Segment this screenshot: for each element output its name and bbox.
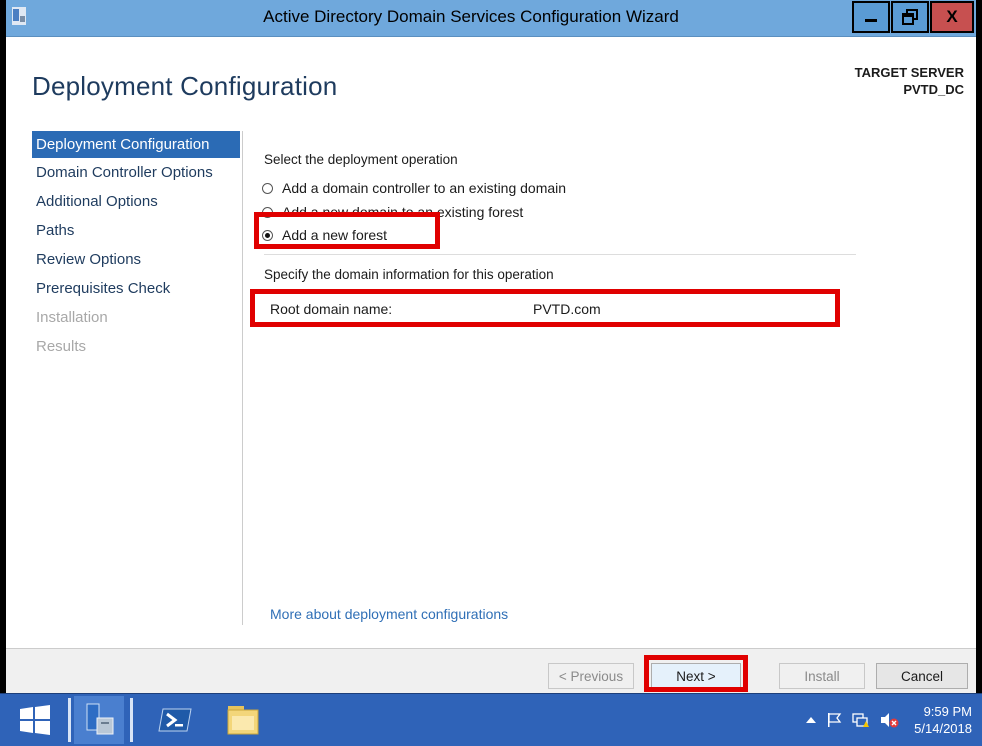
nav-item-prerequisites-check[interactable]: Prerequisites Check — [32, 274, 240, 303]
nav-item-results: Results — [36, 338, 87, 355]
page-title: Deployment Configuration — [32, 71, 338, 101]
taskbar-powershell[interactable] — [150, 696, 200, 744]
taskbar-separator — [130, 698, 133, 742]
action-center-flag-icon[interactable] — [826, 712, 842, 728]
wizard-nav: Deployment Configuration Domain Controll… — [32, 131, 240, 361]
option-new-forest[interactable]: Add a new forest — [262, 227, 387, 243]
wizard-window: Active Directory Domain Services Configu… — [4, 0, 978, 694]
screen: Active Directory Domain Services Configu… — [0, 0, 982, 746]
volume-icon[interactable] — [880, 712, 900, 728]
powershell-icon — [158, 708, 192, 732]
clock-time: 9:59 PM — [923, 704, 972, 719]
speaker-muted-icon — [881, 713, 899, 728]
target-server-label: TARGET SERVER — [854, 65, 964, 80]
option-existing-domain[interactable]: Add a domain controller to an existing d… — [262, 180, 566, 196]
folder-icon — [227, 706, 259, 735]
server-manager-icon — [86, 703, 114, 735]
show-hidden-icons-icon[interactable] — [806, 716, 817, 724]
close-icon: X — [946, 7, 958, 26]
close-button[interactable]: X — [930, 1, 974, 33]
system-tray: 9:59 PM 5/14/2018 — [806, 694, 972, 746]
next-button[interactable]: Next > — [651, 663, 741, 689]
cancel-button[interactable]: Cancel — [876, 663, 968, 689]
caret-up-icon — [806, 717, 817, 723]
more-deployment-link[interactable]: More about deployment configurations — [270, 606, 508, 622]
previous-button[interactable]: < Previous — [548, 663, 634, 689]
install-button[interactable]: Install — [779, 663, 865, 689]
minimize-icon — [865, 19, 877, 22]
root-domain-input[interactable] — [531, 297, 833, 321]
title-bar[interactable]: Active Directory Domain Services Configu… — [6, 0, 976, 37]
option-new-forest-label: Add a new forest — [282, 227, 388, 243]
network-warning-icon — [852, 713, 870, 727]
radio-new-forest[interactable] — [262, 229, 273, 241]
nav-item-deployment-configuration[interactable]: Deployment Configuration — [32, 131, 240, 158]
flag-icon — [828, 713, 842, 727]
maximize-button[interactable] — [891, 1, 929, 33]
nav-item-review-options[interactable]: Review Options — [32, 245, 240, 274]
windows-logo-icon — [20, 705, 50, 735]
taskbar: 9:59 PM 5/14/2018 — [0, 693, 982, 746]
operation-label: Select the deployment operation — [264, 152, 458, 167]
option-existing-domain-label: Add a domain controller to an existing d… — [282, 180, 567, 196]
nav-item-domain-controller-options[interactable]: Domain Controller Options — [32, 158, 240, 187]
radio-new-domain[interactable] — [262, 206, 273, 218]
option-new-domain-label: Add a new domain to an existing forest — [282, 204, 524, 220]
nav-item-additional-options[interactable]: Additional Options — [32, 187, 240, 216]
target-server-value: PVTD_DC — [903, 82, 964, 97]
option-new-domain[interactable]: Add a new domain to an existing forest — [262, 204, 523, 220]
taskbar-separator — [68, 698, 71, 742]
radio-existing-domain[interactable] — [262, 182, 273, 194]
taskbar-server-manager[interactable] — [74, 696, 124, 744]
section-divider — [264, 254, 856, 255]
restore-icon — [902, 9, 918, 25]
domain-info-label: Specify the domain information for this … — [264, 267, 554, 282]
clock-date: 5/14/2018 — [914, 721, 972, 736]
wizard-header: Deployment Configuration TARGET SERVER P… — [6, 36, 976, 131]
network-icon[interactable] — [852, 712, 870, 728]
wizard-footer: < Previous Next > Install Cancel — [6, 648, 976, 694]
minimize-button[interactable] — [852, 1, 890, 33]
taskbar-file-explorer[interactable] — [218, 696, 268, 744]
target-server: TARGET SERVER PVTD_DC — [855, 64, 964, 98]
nav-divider — [242, 131, 243, 625]
clock[interactable]: 9:59 PM 5/14/2018 — [914, 703, 972, 737]
root-domain-label: Root domain name: — [270, 301, 393, 317]
start-button[interactable] — [10, 696, 60, 744]
window-title: Active Directory Domain Services Configu… — [263, 7, 679, 26]
nav-item-paths[interactable]: Paths — [32, 216, 240, 245]
nav-item-installation: Installation — [36, 309, 108, 326]
root-domain-row: Root domain name: — [254, 291, 838, 327]
